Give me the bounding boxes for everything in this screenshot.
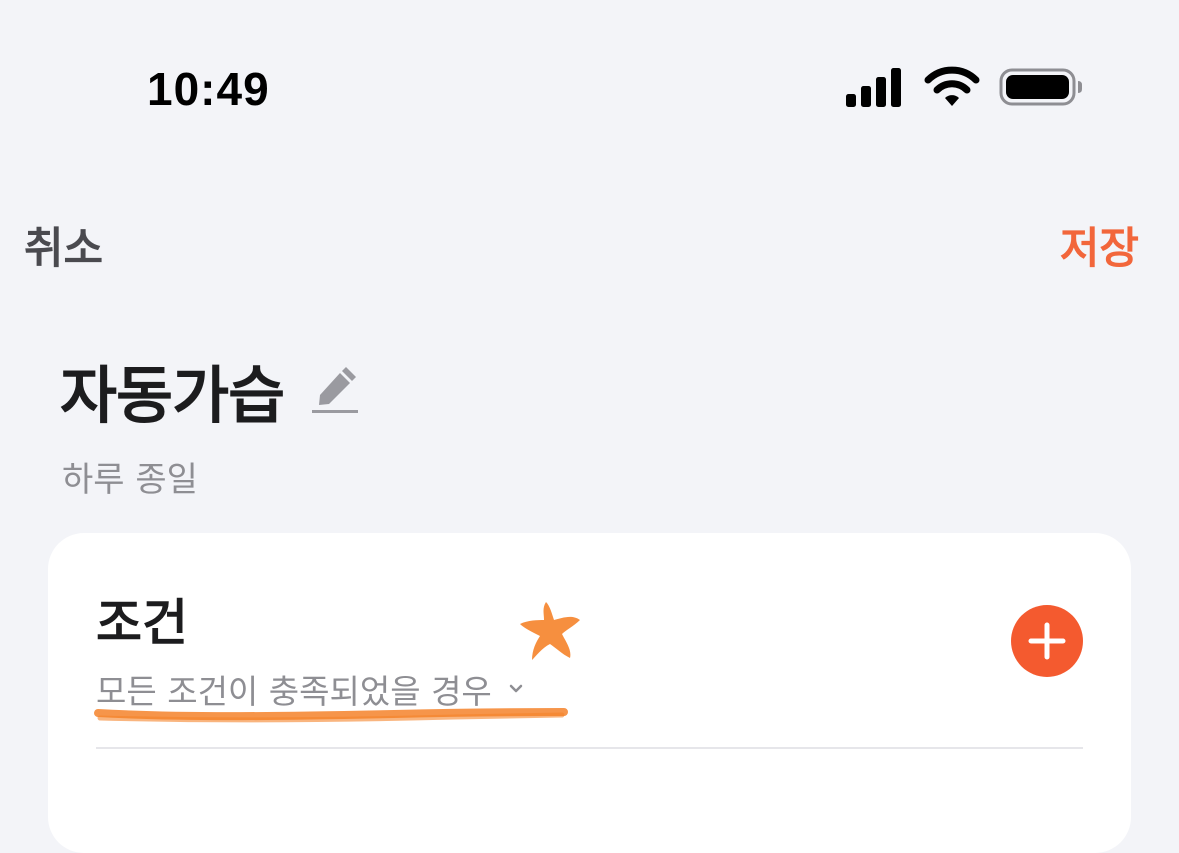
plus-icon	[1028, 622, 1066, 660]
status-icons	[844, 66, 1084, 110]
title-row: 자동가습	[60, 345, 360, 435]
page-title: 자동가습	[60, 359, 285, 432]
chevron-down-icon	[509, 684, 523, 693]
divider	[96, 747, 1083, 749]
cancel-button[interactable]: 취소	[24, 214, 103, 276]
pencil-icon[interactable]	[310, 365, 360, 415]
save-button[interactable]: 저장	[1060, 214, 1139, 276]
wifi-icon	[924, 66, 980, 106]
battery-icon	[999, 68, 1082, 106]
schedule-subtitle[interactable]: 하루 종일	[62, 452, 198, 501]
status-time: 10:49	[147, 63, 270, 115]
card-title: 조건	[96, 594, 188, 652]
annotation-underline	[94, 708, 568, 723]
signal-icon	[846, 68, 901, 107]
condition-card: 조건 모든 조건이 충족되었을 경우	[48, 533, 1131, 853]
add-condition-button[interactable]	[1011, 605, 1083, 677]
annotation-star-icon	[520, 602, 580, 660]
